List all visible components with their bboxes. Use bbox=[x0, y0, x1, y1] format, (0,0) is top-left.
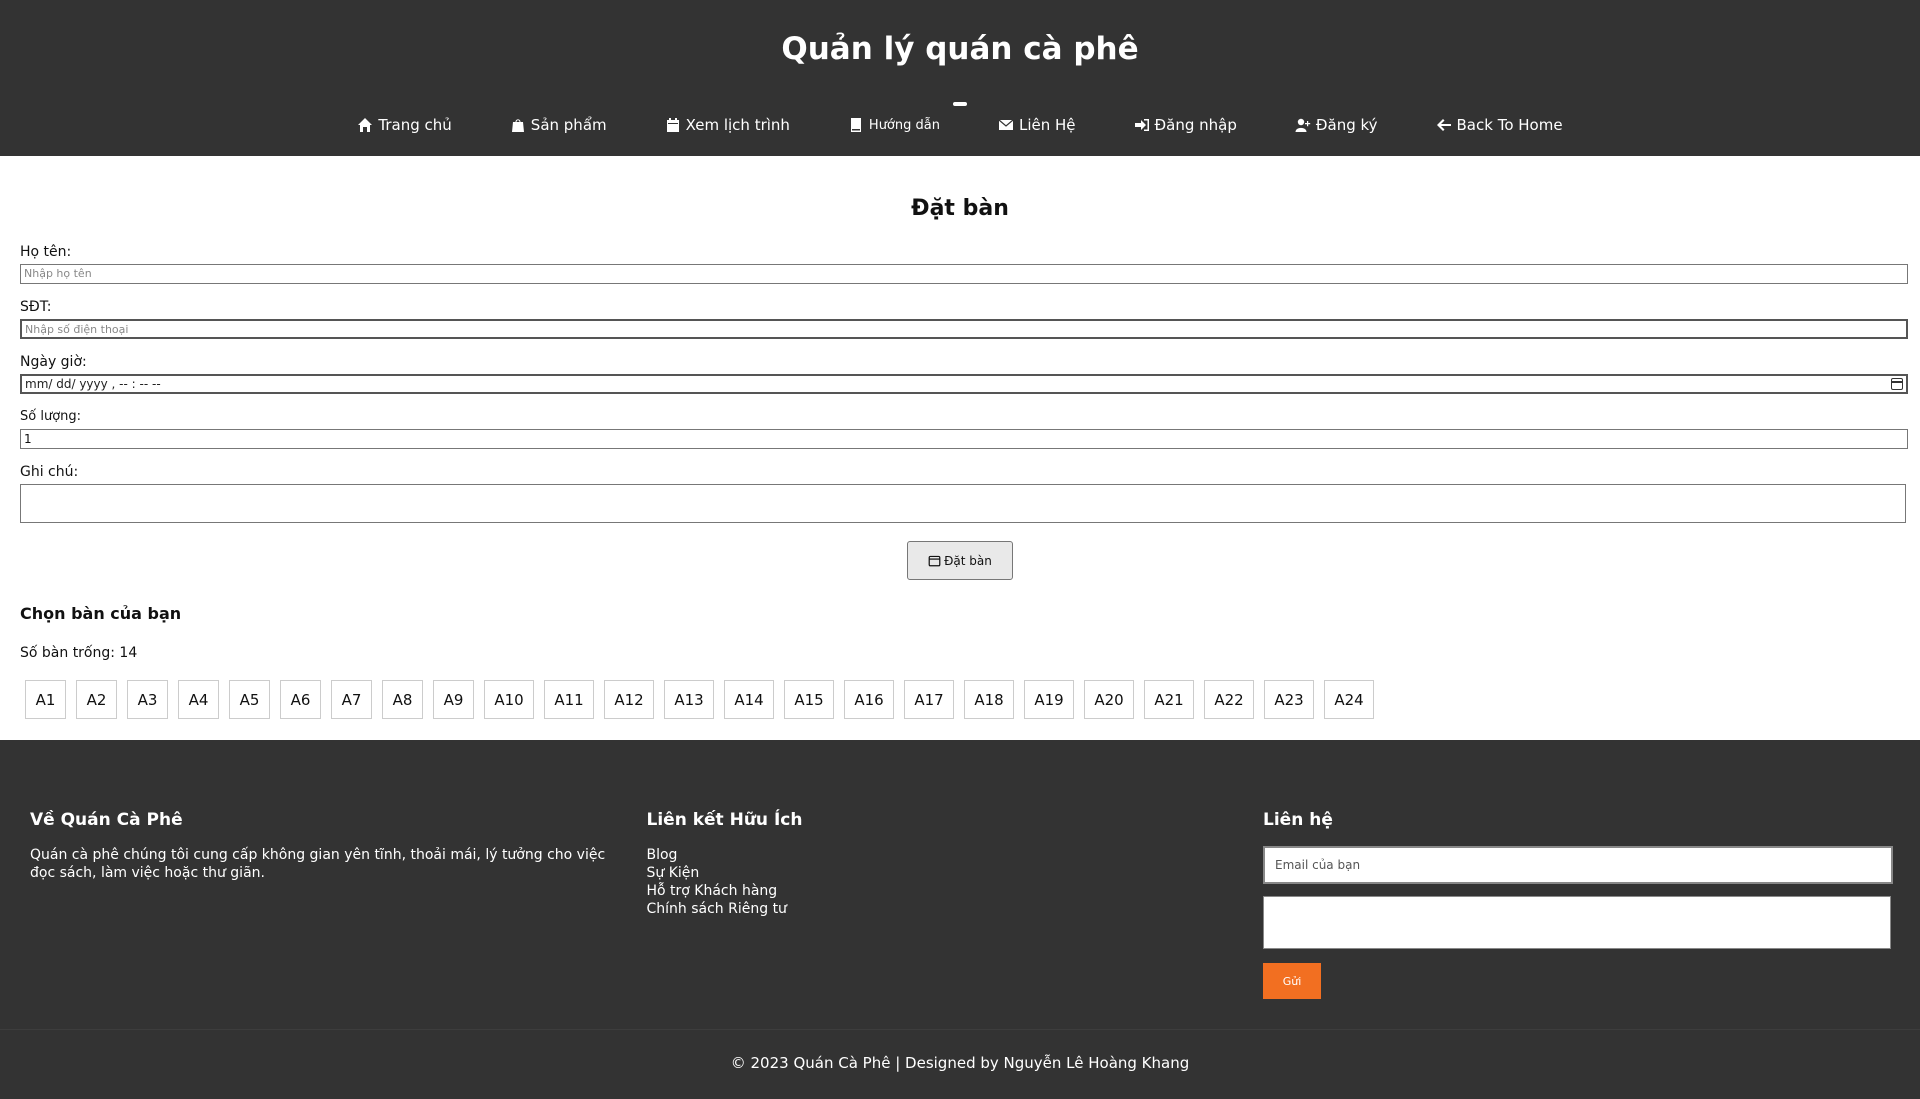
nav-item-home[interactable]: Trang chủ bbox=[328, 116, 480, 134]
footer-links: Liên kết Hữu Ích Blog Sự Kiện Hỗ trợ Khá… bbox=[647, 810, 1264, 999]
choose-table-title: Chọn bàn của bạn bbox=[20, 604, 182, 623]
footer-link-events[interactable]: Sự Kiện bbox=[647, 864, 1264, 882]
footer-link-support[interactable]: Hỗ trợ Khách hàng bbox=[647, 882, 1264, 900]
name-label: Họ tên: bbox=[20, 244, 72, 260]
book-table-button[interactable]: Đặt bàn bbox=[907, 541, 1013, 580]
footer-columns: Về Quán Cà Phê Quán cà phê chúng tôi cun… bbox=[0, 810, 1920, 999]
footer-contact-title: Liên hệ bbox=[1263, 810, 1333, 830]
nav-item-label: Đăng ký bbox=[1315, 116, 1378, 134]
table-button[interactable]: A5 bbox=[229, 680, 270, 719]
nav-item-contact[interactable]: Liên Hệ bbox=[969, 116, 1105, 134]
datetime-value: mm/ dd/ yyyy , -- : -- -- bbox=[25, 377, 161, 391]
table-button[interactable]: A1 bbox=[25, 680, 66, 719]
footer-link-blog[interactable]: Blog bbox=[647, 846, 1264, 864]
calendar-icon bbox=[666, 118, 679, 132]
phone-group: SĐT: Nhập số điện thoại bbox=[20, 299, 1908, 339]
note-group: Ghi chú: bbox=[20, 464, 1906, 523]
site-footer: Về Quán Cà Phê Quán cà phê chúng tôi cun… bbox=[0, 740, 1920, 1099]
datetime-input[interactable]: mm/ dd/ yyyy , -- : -- -- bbox=[20, 374, 1908, 394]
table-button[interactable]: A18 bbox=[964, 680, 1014, 719]
main-nav: Trang chủ Sản phẩm Xem lịch trình Hướng … bbox=[0, 116, 1920, 134]
footer-email-input[interactable]: Email của bạn bbox=[1263, 846, 1893, 884]
table-button[interactable]: A11 bbox=[544, 680, 594, 719]
table-button[interactable]: A15 bbox=[784, 680, 834, 719]
table-button[interactable]: A14 bbox=[724, 680, 774, 719]
phone-input[interactable]: Nhập số điện thoại bbox=[20, 319, 1908, 339]
table-button[interactable]: A16 bbox=[844, 680, 894, 719]
footer-send-button[interactable]: Gửi bbox=[1263, 963, 1321, 999]
nav-item-register[interactable]: Đăng ký bbox=[1266, 116, 1407, 134]
copyright: © 2023 Quán Cà Phê | Designed by Nguyễn … bbox=[730, 1054, 1190, 1072]
name-input[interactable]: Nhập họ tên bbox=[20, 264, 1908, 284]
table-button[interactable]: A19 bbox=[1024, 680, 1074, 719]
table-button[interactable]: A22 bbox=[1204, 680, 1254, 719]
phone-label: SĐT: bbox=[20, 299, 52, 315]
arrow-left-icon bbox=[1436, 119, 1451, 131]
quantity-label: Số lượng: bbox=[20, 409, 82, 424]
footer-link-privacy[interactable]: Chính sách Riêng tư bbox=[647, 900, 1264, 918]
footer-about-text: Quán cà phê chúng tôi cung cấp không gia… bbox=[30, 847, 606, 881]
table-button[interactable]: A2 bbox=[76, 680, 117, 719]
booking-section: Đặt bàn Họ tên: Nhập họ tên SĐT: Nhập số… bbox=[0, 156, 1920, 740]
table-button[interactable]: A9 bbox=[433, 680, 474, 719]
nav-item-label: Hướng dẫn bbox=[868, 117, 940, 133]
nav-item-label: Liên Hệ bbox=[1018, 116, 1076, 134]
site-header: Quản lý quán cà phê Trang chủ Sản phẩm X… bbox=[0, 0, 1920, 156]
table-button[interactable]: A12 bbox=[604, 680, 654, 719]
table-button[interactable]: A8 bbox=[382, 680, 423, 719]
table-button[interactable]: A10 bbox=[484, 680, 534, 719]
note-label: Ghi chú: bbox=[20, 464, 79, 480]
table-button[interactable]: A17 bbox=[904, 680, 954, 719]
envelope-icon bbox=[998, 119, 1014, 130]
nav-item-label: Trang chủ bbox=[378, 116, 452, 134]
home-icon bbox=[358, 118, 373, 132]
quantity-input[interactable]: 1 bbox=[20, 429, 1908, 449]
table-button[interactable]: A7 bbox=[331, 680, 372, 719]
nav-item-login[interactable]: Đăng nhập bbox=[1105, 116, 1266, 134]
sign-in-icon bbox=[1134, 119, 1149, 131]
nav-item-schedule[interactable]: Xem lịch trình bbox=[636, 116, 819, 134]
submit-wrap: Đặt bàn bbox=[20, 541, 1900, 580]
available-tables-count: Số bàn trống: 14 bbox=[20, 645, 138, 661]
shopping-bag-icon bbox=[511, 119, 524, 132]
calendar-icon bbox=[928, 555, 941, 567]
nav-item-label: Back To Home bbox=[1456, 116, 1563, 134]
book-table-button-label: Đặt bàn bbox=[944, 553, 992, 568]
book-icon bbox=[850, 118, 861, 132]
nav-item-label: Xem lịch trình bbox=[685, 116, 790, 134]
datetime-label: Ngày giờ: bbox=[20, 354, 87, 370]
table-button[interactable]: A6 bbox=[280, 680, 321, 719]
form-title: Đặt bàn bbox=[911, 196, 1009, 221]
nav-item-guide[interactable]: Hướng dẫn bbox=[819, 116, 969, 134]
name-group: Họ tên: Nhập họ tên bbox=[20, 244, 1908, 284]
site-title: Quản lý quán cà phê bbox=[781, 31, 1139, 67]
table-button[interactable]: A4 bbox=[178, 680, 219, 719]
nav-item-label: Đăng nhập bbox=[1154, 116, 1237, 134]
calendar-picker-icon[interactable] bbox=[1891, 378, 1903, 390]
table-button[interactable]: A13 bbox=[664, 680, 714, 719]
quantity-group: Số lượng: 1 bbox=[20, 409, 1908, 449]
footer-contact: Liên hệ Email của bạn Gửi bbox=[1263, 810, 1893, 999]
footer-links-title: Liên kết Hữu Ích bbox=[646, 810, 803, 830]
footer-message-textarea[interactable] bbox=[1263, 896, 1891, 949]
table-button[interactable]: A23 bbox=[1264, 680, 1314, 719]
nav-item-back-home[interactable]: Back To Home bbox=[1407, 116, 1592, 134]
datetime-group: Ngày giờ: mm/ dd/ yyyy , -- : -- -- bbox=[20, 354, 1908, 394]
table-button[interactable]: A21 bbox=[1144, 680, 1194, 719]
nav-toggle-icon[interactable] bbox=[953, 102, 967, 106]
footer-about: Về Quán Cà Phê Quán cà phê chúng tôi cun… bbox=[30, 810, 647, 999]
table-button[interactable]: A3 bbox=[127, 680, 168, 719]
footer-about-title: Về Quán Cà Phê bbox=[30, 810, 183, 830]
table-button[interactable]: A20 bbox=[1084, 680, 1134, 719]
note-textarea[interactable] bbox=[20, 484, 1906, 523]
nav-item-products[interactable]: Sản phẩm bbox=[481, 116, 636, 134]
user-plus-icon bbox=[1295, 118, 1311, 132]
nav-item-label: Sản phẩm bbox=[530, 116, 607, 134]
table-list: A1 A2 A3 A4 A5 A6 A7 A8 A9 A10 A11 A12 A13 A14 A15 A16 A… bbox=[25, 680, 1900, 719]
table-button[interactable]: A24 bbox=[1324, 680, 1374, 719]
footer-divider bbox=[0, 1029, 1920, 1030]
